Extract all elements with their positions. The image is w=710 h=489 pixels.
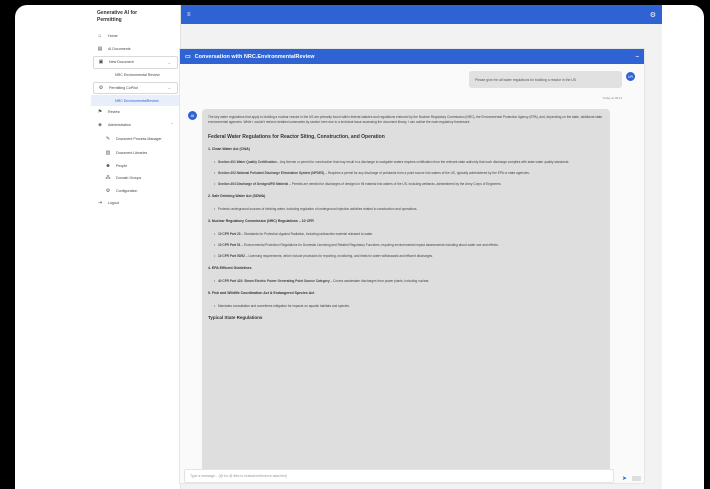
config-icon: ⚙ bbox=[105, 187, 111, 194]
flag-icon: ⚑ bbox=[97, 109, 103, 116]
assistant-message: The key water regulations that apply to … bbox=[202, 109, 610, 471]
list-item-bold: Section 402 National Pollutant Discharge… bbox=[218, 170, 325, 175]
assistant-intro: The key water regulations that apply to … bbox=[208, 115, 603, 125]
response-heading: Federal Water Regulations for Reactor Si… bbox=[208, 133, 385, 140]
list-item-bold: Section 401 Water Quality Certification bbox=[218, 159, 277, 164]
list-item: Protects underground sources of drinking… bbox=[214, 207, 604, 212]
list-item: 40 CFR Part 423: Steam Electric Power Ge… bbox=[214, 279, 604, 284]
list-item-bold: 10 CFR Part 50/52 bbox=[218, 253, 245, 258]
sidebar-item-home[interactable]: ⌂ Home bbox=[91, 30, 180, 43]
list-item-text: – Any license or permit for construction… bbox=[276, 159, 570, 164]
sidebar-item-new-document[interactable]: ▣ New Document ⌄ bbox=[93, 56, 178, 69]
list-item: Section 401 Water Quality Certification … bbox=[214, 160, 604, 165]
sidebar-item-document-process-manager[interactable]: ✎ Document Process Manager bbox=[91, 131, 180, 147]
conversation-panel: ▭ Conversation with NRC.EnvironmentalRev… bbox=[179, 48, 645, 484]
home-icon: ⌂ bbox=[98, 33, 102, 40]
section-list: Mandates consultation and sometimes miti… bbox=[208, 304, 604, 309]
list-icon: ▤ bbox=[97, 45, 103, 52]
list-item: Section 404 Discharge of Dredged/Fill Ma… bbox=[214, 182, 604, 187]
settings-icon: ⚙ bbox=[98, 84, 104, 91]
section-title: 5. Fish and Wildlife Coordination Act & … bbox=[208, 290, 315, 295]
chat-icon: ▭ bbox=[185, 54, 191, 60]
conversation-header: ▭ Conversation with NRC.EnvironmentalRev… bbox=[180, 49, 644, 64]
gear-icon[interactable]: ⚙ bbox=[650, 11, 656, 19]
list-item-bold: 10 CFR Part 20 bbox=[218, 231, 241, 236]
list-item-text: Mandates consultation and sometimes miti… bbox=[218, 303, 350, 308]
section-list: Protects underground sources of drinking… bbox=[208, 207, 604, 212]
sidebar-item-review[interactable]: ⚑ Review bbox=[91, 106, 180, 119]
chevron-down-icon: ⌄ bbox=[167, 85, 171, 91]
section-title: 1. Clean Water Act (CWA) bbox=[208, 146, 250, 151]
section-title: 3. Nuclear Regulatory Commission (NRC) R… bbox=[208, 218, 314, 223]
logout-icon: ⇥ bbox=[97, 200, 103, 207]
list-item-text: – Standards for Protection Against Radia… bbox=[240, 231, 374, 236]
top-bar: ≡ ⚙ bbox=[181, 5, 662, 24]
app-title: Generative AI for Permitting bbox=[97, 10, 138, 23]
sidebar-item-logout[interactable]: ⇥ Logout bbox=[91, 197, 180, 210]
list-item-text: – Permits are needed for discharges of d… bbox=[288, 181, 502, 186]
message-input[interactable]: Type a message... (@ for @ files to reat… bbox=[184, 469, 614, 483]
list-item-text: Protects underground sources of drinking… bbox=[218, 206, 418, 211]
section-list: Section 401 Water Quality Certification … bbox=[208, 160, 604, 187]
list-item-bold: 40 CFR Part 423: Steam Electric Power Ge… bbox=[218, 278, 330, 283]
chevron-down-icon: ⌄ bbox=[167, 59, 171, 65]
admin-icon: ◈ bbox=[98, 121, 102, 128]
assistant-avatar: AI bbox=[188, 111, 197, 120]
attach-icon[interactable] bbox=[632, 476, 641, 481]
minimize-icon[interactable]: – bbox=[636, 54, 639, 60]
list-item: 10 CFR Part 51 – Environmental Protectio… bbox=[214, 243, 604, 248]
sidebar-item-people[interactable]: ☻ People bbox=[91, 160, 180, 173]
sidebar-item-copilot-nrc[interactable]: NRC EnvironmentalReview bbox=[91, 95, 180, 106]
list-item-bold: 10 CFR Part 51 bbox=[218, 242, 241, 247]
group-icon: ⁂ bbox=[105, 175, 111, 182]
sidebar-item-configuration[interactable]: ⚙ Configuration bbox=[91, 185, 180, 198]
people-icon: ☻ bbox=[105, 162, 111, 169]
section-list: 10 CFR Part 20 – Standards for Protectio… bbox=[208, 232, 604, 259]
list-item-text: – Environmental Protection Regulations f… bbox=[240, 242, 499, 247]
list-item-text: – Covers wastewater discharges from powe… bbox=[329, 278, 430, 283]
section-title: 2. Safe Drinking Water Act (SDWA) bbox=[208, 193, 266, 198]
response-sections: 1. Clean Water Act (CWA) Section 401 Wate… bbox=[208, 147, 604, 309]
sidebar-item-document-libraries[interactable]: ▥ Document Libraries bbox=[91, 147, 180, 160]
list-item-text: – Requires a permit for any discharge of… bbox=[324, 170, 530, 175]
file-icon: ▣ bbox=[98, 59, 104, 66]
conversation-title: Conversation with NRC.EnvironmentalRevie… bbox=[194, 53, 315, 60]
sidebar-item-ai-documents[interactable]: ▤ AI Documents bbox=[91, 43, 180, 56]
sidebar-item-permitting-copilot[interactable]: ⚙ Permitting CoPilot ⌄ bbox=[93, 81, 178, 94]
sidebar-item-domain-groups[interactable]: ⁂ Domain Groups bbox=[91, 172, 180, 185]
response-subheading: Typical State Regulations bbox=[208, 314, 263, 320]
wrench-icon: ✎ bbox=[105, 136, 111, 142]
section-title: 4. EPA Effluent Guidelines bbox=[208, 265, 252, 270]
list-item: 10 CFR Part 50/52 – Licensing requiremen… bbox=[214, 254, 604, 259]
menu-icon[interactable]: ≡ bbox=[187, 12, 191, 18]
user-message: Please give me all water regulations for… bbox=[469, 71, 622, 88]
chevron-down-icon: ⌃ bbox=[170, 122, 174, 128]
list-item: Mandates consultation and sometimes miti… bbox=[214, 304, 604, 309]
message-timestamp: Today at 09:11 bbox=[602, 96, 622, 100]
sidebar-item-administration[interactable]: ◈ Administration ⌃ bbox=[91, 119, 180, 132]
library-icon: ▥ bbox=[105, 150, 111, 157]
list-item-text: – Licensing requirements, which include … bbox=[244, 253, 434, 258]
list-item: 10 CFR Part 20 – Standards for Protectio… bbox=[214, 232, 604, 237]
send-icon[interactable]: ➤ bbox=[622, 475, 627, 482]
sidebar-item-nrc-environmental-review[interactable]: NRC Environmental Review bbox=[91, 70, 180, 81]
sidebar: Generative AI for Permitting ⌂ Home ▤ AI… bbox=[91, 5, 181, 489]
section-list: 40 CFR Part 423: Steam Electric Power Ge… bbox=[208, 279, 604, 284]
list-item: Section 402 National Pollutant Discharge… bbox=[214, 171, 604, 176]
list-item-bold: Section 404 Discharge of Dredged/Fill Ma… bbox=[218, 181, 289, 186]
user-avatar: UR bbox=[626, 72, 635, 81]
